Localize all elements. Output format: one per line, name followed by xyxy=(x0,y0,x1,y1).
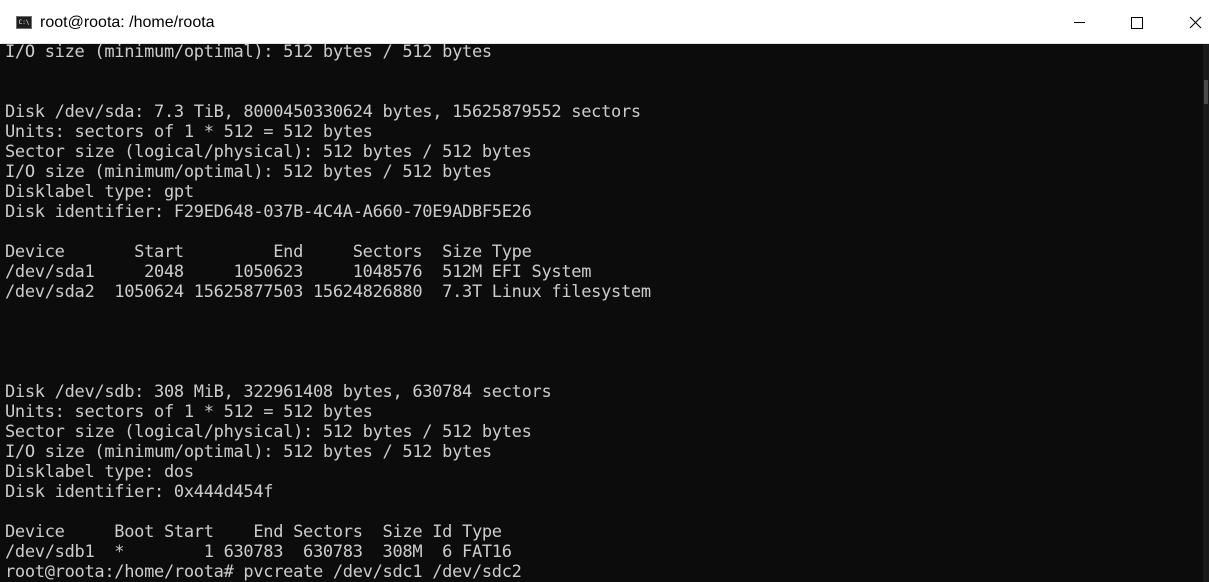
terminal-line: Units: sectors of 1 * 512 = 512 bytes xyxy=(5,122,373,142)
terminal-line: Disklabel type: dos xyxy=(5,462,194,482)
terminal-line: I/O size (minimum/optimal): 512 bytes / … xyxy=(5,442,492,462)
minimize-icon xyxy=(1074,22,1085,23)
terminal-line: Sector size (logical/physical): 512 byte… xyxy=(5,142,532,162)
command-prompt-icon[interactable]: C:\ xyxy=(16,16,32,29)
close-button[interactable] xyxy=(1166,0,1209,44)
terminal-line: /dev/sda1 2048 1050623 1048576 512M EFI … xyxy=(5,262,592,282)
terminal-line: /dev/sdb1 * 1 630783 630783 308M 6 FAT16 xyxy=(5,542,512,562)
terminal-line: I/O size (minimum/optimal): 512 bytes / … xyxy=(5,44,492,62)
terminal-line: Disk /dev/sdb: 308 MiB, 322961408 bytes,… xyxy=(5,382,552,402)
terminal-line: Sector size (logical/physical): 512 byte… xyxy=(5,422,532,442)
close-icon xyxy=(1189,16,1202,29)
vertical-scrollbar[interactable] xyxy=(1203,44,1209,582)
maximize-button[interactable] xyxy=(1108,0,1166,44)
terminal-window: C:\ root@roota: /home/roota I/O size (mi… xyxy=(0,0,1209,582)
terminal-line: I/O size (minimum/optimal): 512 bytes / … xyxy=(5,162,492,182)
terminal-line: Device Start End Sectors Size Type xyxy=(5,242,532,262)
terminal-prompt-line[interactable]: root@roota:/home/roota# pvcreate /dev/sd… xyxy=(5,562,522,582)
title-bar[interactable]: C:\ root@roota: /home/roota xyxy=(0,0,1209,44)
maximize-icon xyxy=(1131,17,1143,29)
terminal-line: /dev/sda2 1050624 15625877503 1562482688… xyxy=(5,282,651,302)
terminal-line: Disk identifier: F29ED648-037B-4C4A-A660… xyxy=(5,202,532,222)
terminal-line: Disk /dev/sda: 7.3 TiB, 8000450330624 by… xyxy=(5,102,641,122)
terminal-line: Disklabel type: gpt xyxy=(5,182,194,202)
terminal-output[interactable]: I/O size (minimum/optimal): 512 bytes / … xyxy=(0,44,1203,582)
scrollbar-thumb[interactable] xyxy=(1204,80,1208,104)
minimize-button[interactable] xyxy=(1050,0,1108,44)
terminal-line: Units: sectors of 1 * 512 = 512 bytes xyxy=(5,402,373,422)
terminal-line: Device Boot Start End Sectors Size Id Ty… xyxy=(5,522,502,542)
window-title: root@roota: /home/roota xyxy=(40,14,215,31)
terminal-line: Disk identifier: 0x444d454f xyxy=(5,482,274,502)
